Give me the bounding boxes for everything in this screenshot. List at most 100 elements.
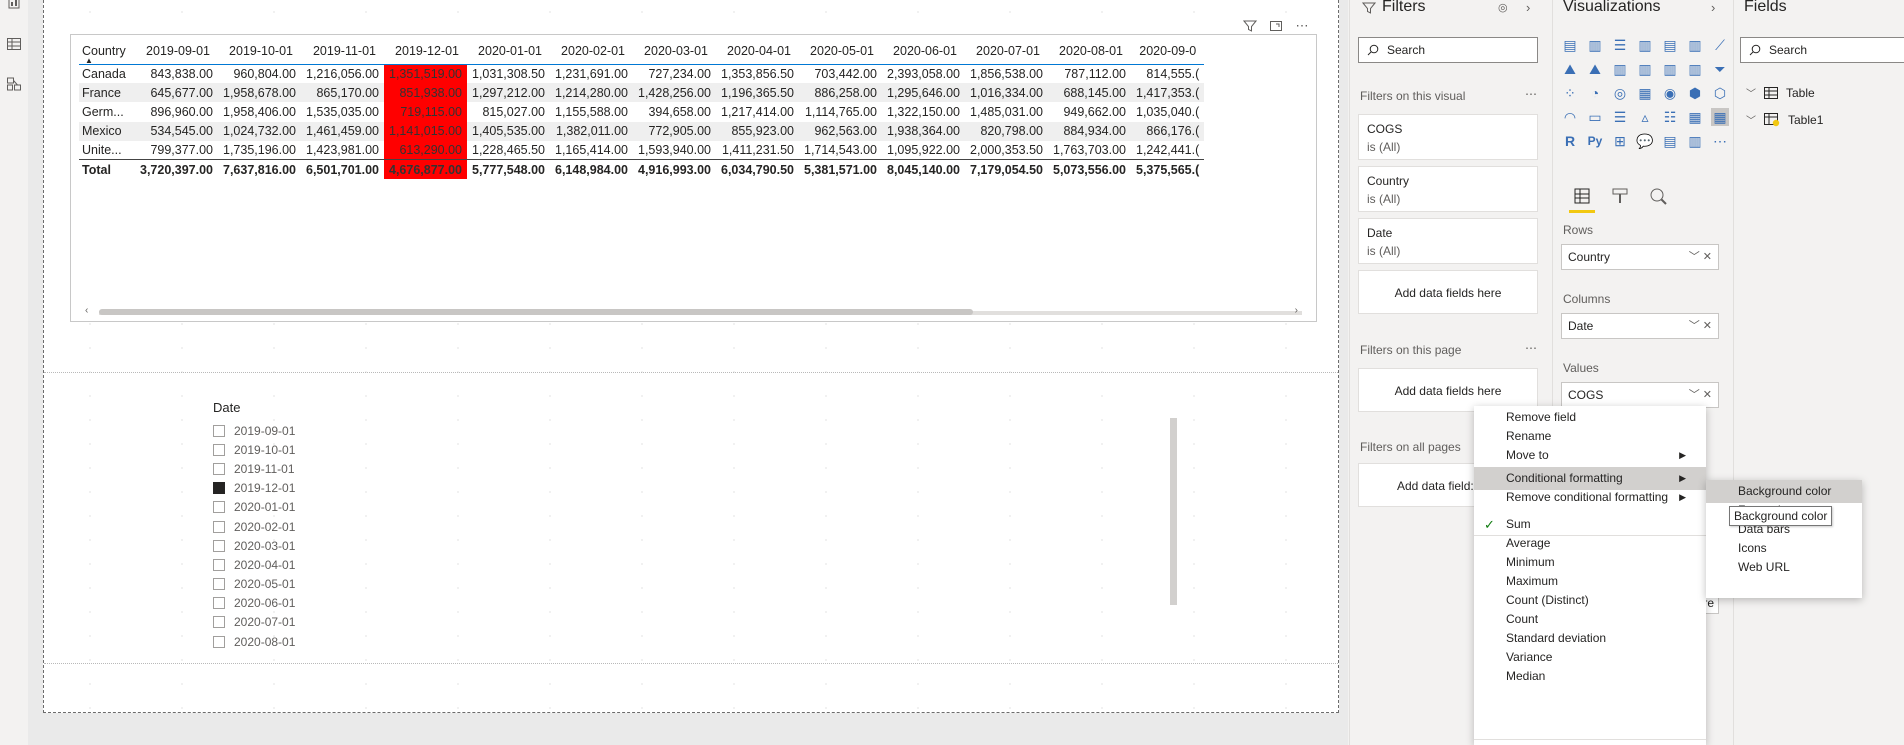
column-header-date[interactable]: 2020-03-01: [633, 40, 716, 65]
matrix-visual[interactable]: ⋯ Country ▲ 2019-09-01 2019-10-01 2019-11-01…: [70, 19, 1317, 322]
slicer-item[interactable]: 2020-03-01: [213, 536, 413, 555]
values-field-well[interactable]: COGS ﹀ ✕: [1561, 382, 1719, 408]
table-cell[interactable]: 1,141,015.00: [384, 121, 467, 141]
total-cell[interactable]: 6,501,701.00: [301, 159, 384, 180]
table-cell[interactable]: 815,027.00: [467, 102, 550, 121]
more-icon[interactable]: ⋯: [1711, 132, 1729, 150]
table-cell[interactable]: 1,382,011.00: [550, 121, 633, 141]
waterfall-icon[interactable]: ▥: [1686, 60, 1704, 78]
clustered-column-icon[interactable]: ▥: [1636, 36, 1654, 54]
table-cell[interactable]: 1,411,231.50: [716, 141, 799, 160]
checkbox[interactable]: [213, 501, 225, 514]
100-column-icon[interactable]: ▥: [1686, 36, 1704, 54]
area-icon[interactable]: ⛰: [1561, 60, 1579, 78]
report-view-icon[interactable]: [6, 0, 22, 10]
horizontal-scrollbar[interactable]: ‹ ›: [71, 305, 1316, 317]
add-fields-visual-dropzone[interactable]: Add data fields here: [1358, 270, 1538, 314]
table-row[interactable]: Mexico 534,545.00 1,024,732.00 1,461,459.00…: [79, 121, 1205, 141]
filter-card-cogs[interactable]: COGS is (All): [1358, 114, 1538, 160]
table-cell[interactable]: 1,353,856.50: [716, 64, 799, 83]
checkbox[interactable]: [213, 462, 225, 475]
column-header-date[interactable]: 2020-07-01: [965, 40, 1048, 65]
table-cell[interactable]: 1,228,465.50: [467, 141, 550, 160]
row-header[interactable]: Mexico: [79, 121, 135, 141]
table-cell[interactable]: 814,555.(: [1131, 64, 1204, 83]
fields-search-input[interactable]: Search: [1740, 37, 1904, 63]
data-view-icon[interactable]: [6, 36, 22, 52]
column-header-date[interactable]: 2020-08-01: [1048, 40, 1131, 65]
well-controls[interactable]: ﹀ ✕: [1689, 314, 1712, 338]
table-cell[interactable]: 1,322,150.00: [882, 102, 965, 121]
table-cell[interactable]: 855,923.00: [716, 121, 799, 141]
clustered-bar-icon[interactable]: ☰: [1611, 36, 1629, 54]
row-header[interactable]: Germ...: [79, 102, 135, 121]
table-cell[interactable]: 1,485,031.00: [965, 102, 1048, 121]
menu-item-remove-conditional-formatting[interactable]: Remove conditional formatting ▶: [1474, 486, 1706, 509]
table-row[interactable]: France 645,677.00 1,958,678.00 865,170.00 85…: [79, 83, 1205, 103]
table-cell[interactable]: 2,393,058.00: [882, 64, 965, 83]
columns-field-well[interactable]: Date ﹀ ✕: [1561, 313, 1719, 339]
table-cell[interactable]: 1,423,981.00: [301, 141, 384, 160]
table-cell[interactable]: 1,958,678.00: [218, 83, 301, 103]
filter-card-country[interactable]: Country is (All): [1358, 166, 1538, 212]
table-cell[interactable]: 820,798.00: [965, 121, 1048, 141]
table-cell[interactable]: 787,112.00: [1048, 64, 1131, 83]
slicer-item[interactable]: 2020-08-01: [213, 632, 413, 651]
table-cell[interactable]: 799,377.00: [135, 141, 218, 160]
slicer-item[interactable]: 2019-10-01: [213, 440, 413, 459]
decomposition-icon[interactable]: ⊞: [1611, 132, 1629, 150]
table-cell[interactable]: 727,234.00: [633, 64, 716, 83]
kpi-icon[interactable]: ▵: [1636, 108, 1654, 126]
table-cell[interactable]: 534,545.00: [135, 121, 218, 141]
table-cell[interactable]: 2,000,353.50: [965, 141, 1048, 160]
table-cell[interactable]: 645,677.00: [135, 83, 218, 103]
stacked-area-icon[interactable]: ⛰: [1586, 60, 1604, 78]
table-cell[interactable]: 1,035,040.(: [1131, 102, 1204, 121]
checkbox[interactable]: [213, 443, 225, 456]
table-cell[interactable]: 962,563.00: [799, 121, 882, 141]
column-header-date[interactable]: 2019-09-01: [135, 40, 218, 65]
table-icon[interactable]: ▦: [1686, 108, 1704, 126]
shape-map-icon[interactable]: ⬡: [1711, 84, 1729, 102]
funnel-icon[interactable]: ⏷: [1711, 60, 1729, 78]
table-cell[interactable]: 1,214,280.00: [550, 83, 633, 103]
table-cell[interactable]: 851,938.00: [384, 83, 467, 103]
slicer-scrollbar[interactable]: [1170, 418, 1177, 605]
column-header-date[interactable]: 2020-06-01: [882, 40, 965, 65]
table-cell[interactable]: 772,905.00: [633, 121, 716, 141]
total-cell[interactable]: 5,381,571.00: [799, 159, 882, 180]
multi-row-card-icon[interactable]: ☰: [1611, 108, 1629, 126]
line-column-2-icon[interactable]: ▥: [1636, 60, 1654, 78]
table-cell[interactable]: 703,442.00: [799, 64, 882, 83]
focus-mode-icon[interactable]: [1268, 19, 1284, 33]
table-cell[interactable]: 866,176.(: [1131, 121, 1205, 141]
expand-chevron-icon[interactable]: ﹀: [1746, 85, 1756, 100]
column-header-date[interactable]: 2019-12-01: [384, 40, 467, 65]
row-header[interactable]: Unite...: [79, 141, 135, 160]
slicer-item[interactable]: 2020-01-01: [213, 498, 413, 517]
table-row[interactable]: Canada 843,838.00 960,804.00 1,216,056.00 1,…: [79, 64, 1204, 84]
table-cell[interactable]: 960,804.00: [218, 64, 301, 83]
table-cell[interactable]: 1,217,414.00: [716, 102, 799, 121]
table-cell[interactable]: 843,838.00: [135, 64, 218, 83]
filled-map-icon[interactable]: ⬢: [1686, 84, 1704, 102]
gauge-icon[interactable]: ◠: [1561, 108, 1579, 126]
table-cell[interactable]: 1,216,056.00: [301, 64, 384, 83]
table-cell[interactable]: 1,031,308.50: [467, 64, 550, 83]
table-row[interactable]: Unite... 799,377.00 1,735,196.00 1,423,981.…: [79, 140, 1204, 160]
table-cell[interactable]: 394,658.00: [633, 102, 716, 121]
table-cell[interactable]: 1,735,196.00: [218, 141, 301, 160]
total-cell[interactable]: 4,676,877.00: [384, 159, 467, 180]
table-cell[interactable]: 613,290.00: [384, 140, 467, 160]
scatter-icon[interactable]: ⁘: [1561, 84, 1579, 102]
ribbon-icon[interactable]: ▥: [1661, 60, 1679, 78]
smart-narrative-icon[interactable]: ▤: [1661, 132, 1679, 150]
100-bar-icon[interactable]: ▤: [1661, 36, 1679, 54]
checkbox[interactable]: [213, 558, 225, 571]
map-icon[interactable]: ◉: [1661, 84, 1679, 102]
slicer-item[interactable]: 2020-02-01: [213, 517, 413, 536]
table-cell[interactable]: 1,231,691.00: [550, 64, 633, 83]
table-cell[interactable]: 1,155,588.00: [550, 102, 633, 121]
date-slicer[interactable]: Date 2019-09-01 2019-10-01 2019-11-01 2019-…: [213, 400, 413, 660]
scroll-left-icon[interactable]: ‹: [85, 305, 88, 316]
